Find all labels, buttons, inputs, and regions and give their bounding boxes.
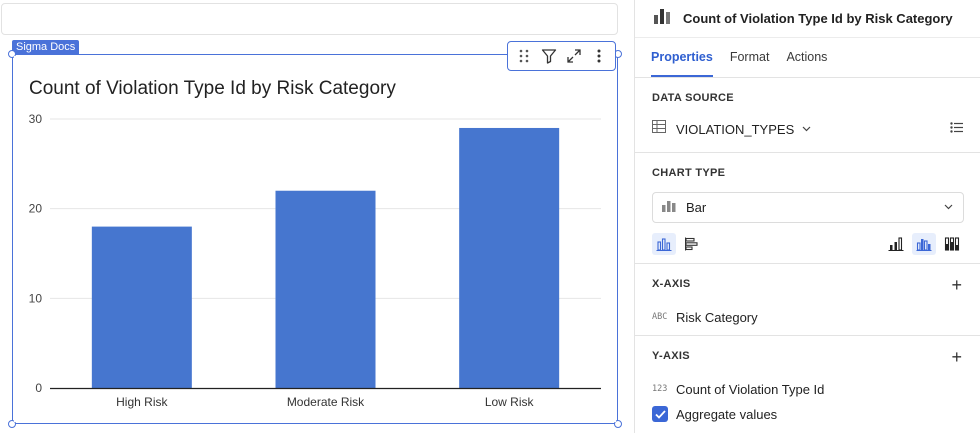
x-axis-field[interactable]: ABC Risk Category bbox=[652, 308, 758, 326]
table-icon bbox=[652, 120, 666, 138]
text-element[interactable] bbox=[1, 3, 618, 35]
tab-actions[interactable]: Actions bbox=[786, 38, 827, 77]
bar-chart-icon bbox=[653, 8, 671, 29]
bar-chart[interactable]: Count of Violation Type Id by Risk Categ… bbox=[14, 56, 616, 422]
bar bbox=[459, 127, 560, 388]
bar bbox=[91, 226, 192, 388]
data-source-label: DATA SOURCE bbox=[652, 92, 734, 104]
drag-handle-icon[interactable] bbox=[513, 45, 535, 67]
chart-type-value: Bar bbox=[686, 200, 707, 215]
chart-type-label: CHART TYPE bbox=[652, 167, 726, 179]
y-axis-section: Y-AXIS + 123 Count of Violation Type Id … bbox=[635, 336, 980, 433]
y-tick-label: 30 bbox=[29, 112, 43, 126]
element-tag: Sigma Docs bbox=[12, 40, 80, 55]
chart-orientation-options bbox=[652, 233, 964, 255]
panel-tabs: Properties Format Actions bbox=[635, 38, 980, 78]
data-source-section: DATA SOURCE VIOLATION_TYPES bbox=[635, 78, 980, 153]
stacked-bar-icon[interactable] bbox=[884, 233, 908, 255]
add-x-axis-button[interactable]: + bbox=[951, 276, 962, 294]
workbook-canvas: Sigma Docs Count of Violation Type Id by… bbox=[0, 0, 634, 433]
grouped-bar-icon[interactable] bbox=[912, 233, 936, 255]
chart-toolbar bbox=[507, 41, 616, 71]
bar-chart-icon bbox=[662, 199, 676, 217]
properties-panel: Count of Violation Type Id by Risk Categ… bbox=[634, 0, 980, 433]
expand-icon[interactable] bbox=[563, 45, 585, 67]
x-axis-field-name: Risk Category bbox=[676, 309, 758, 325]
chart-type-section: CHART TYPE Bar bbox=[635, 153, 980, 264]
panel-header: Count of Violation Type Id by Risk Categ… bbox=[635, 0, 980, 38]
horizontal-bar-icon[interactable] bbox=[680, 233, 704, 255]
x-axis-label: X-AXIS bbox=[652, 278, 691, 290]
tab-format[interactable]: Format bbox=[730, 38, 770, 77]
full-stacked-bar-icon[interactable] bbox=[940, 233, 964, 255]
add-y-axis-button[interactable]: + bbox=[951, 348, 962, 366]
tab-properties[interactable]: Properties bbox=[651, 38, 713, 77]
x-tick-label: High Risk bbox=[116, 395, 168, 409]
aggregate-label: Aggregate values bbox=[676, 406, 778, 422]
panel-title: Count of Violation Type Id by Risk Categ… bbox=[683, 11, 953, 26]
text-type-tag: ABC bbox=[652, 312, 668, 322]
data-source-name: VIOLATION_TYPES bbox=[676, 121, 795, 137]
x-tick-label: Low Risk bbox=[485, 395, 535, 409]
y-tick-label: 20 bbox=[29, 202, 43, 216]
chart-plot: 0 10 20 30 High Risk Moderate Risk Low Risk bbox=[29, 112, 601, 409]
data-source-selector[interactable]: VIOLATION_TYPES bbox=[652, 118, 964, 140]
number-type-tag: 123 bbox=[652, 384, 668, 394]
y-tick-label: 0 bbox=[35, 381, 42, 395]
y-axis-label: Y-AXIS bbox=[652, 350, 690, 362]
more-vertical-icon[interactable] bbox=[588, 45, 610, 67]
y-tick-label: 10 bbox=[29, 291, 43, 305]
chevron-down-icon[interactable] bbox=[802, 124, 811, 135]
aggregate-values-toggle[interactable]: Aggregate values bbox=[652, 405, 777, 423]
aggregate-checkbox[interactable] bbox=[652, 406, 668, 422]
list-icon[interactable] bbox=[950, 120, 964, 138]
y-axis-field[interactable]: 123 Count of Violation Type Id bbox=[652, 380, 824, 398]
vertical-bar-icon[interactable] bbox=[652, 233, 676, 255]
x-axis-section: X-AXIS + ABC Risk Category bbox=[635, 264, 980, 336]
bar bbox=[275, 190, 376, 388]
y-axis-field-name: Count of Violation Type Id bbox=[676, 381, 825, 397]
chart-type-select[interactable]: Bar bbox=[652, 192, 964, 223]
x-tick-label: Moderate Risk bbox=[287, 395, 365, 409]
chevron-down-icon bbox=[944, 202, 953, 213]
filter-icon[interactable] bbox=[538, 45, 560, 67]
